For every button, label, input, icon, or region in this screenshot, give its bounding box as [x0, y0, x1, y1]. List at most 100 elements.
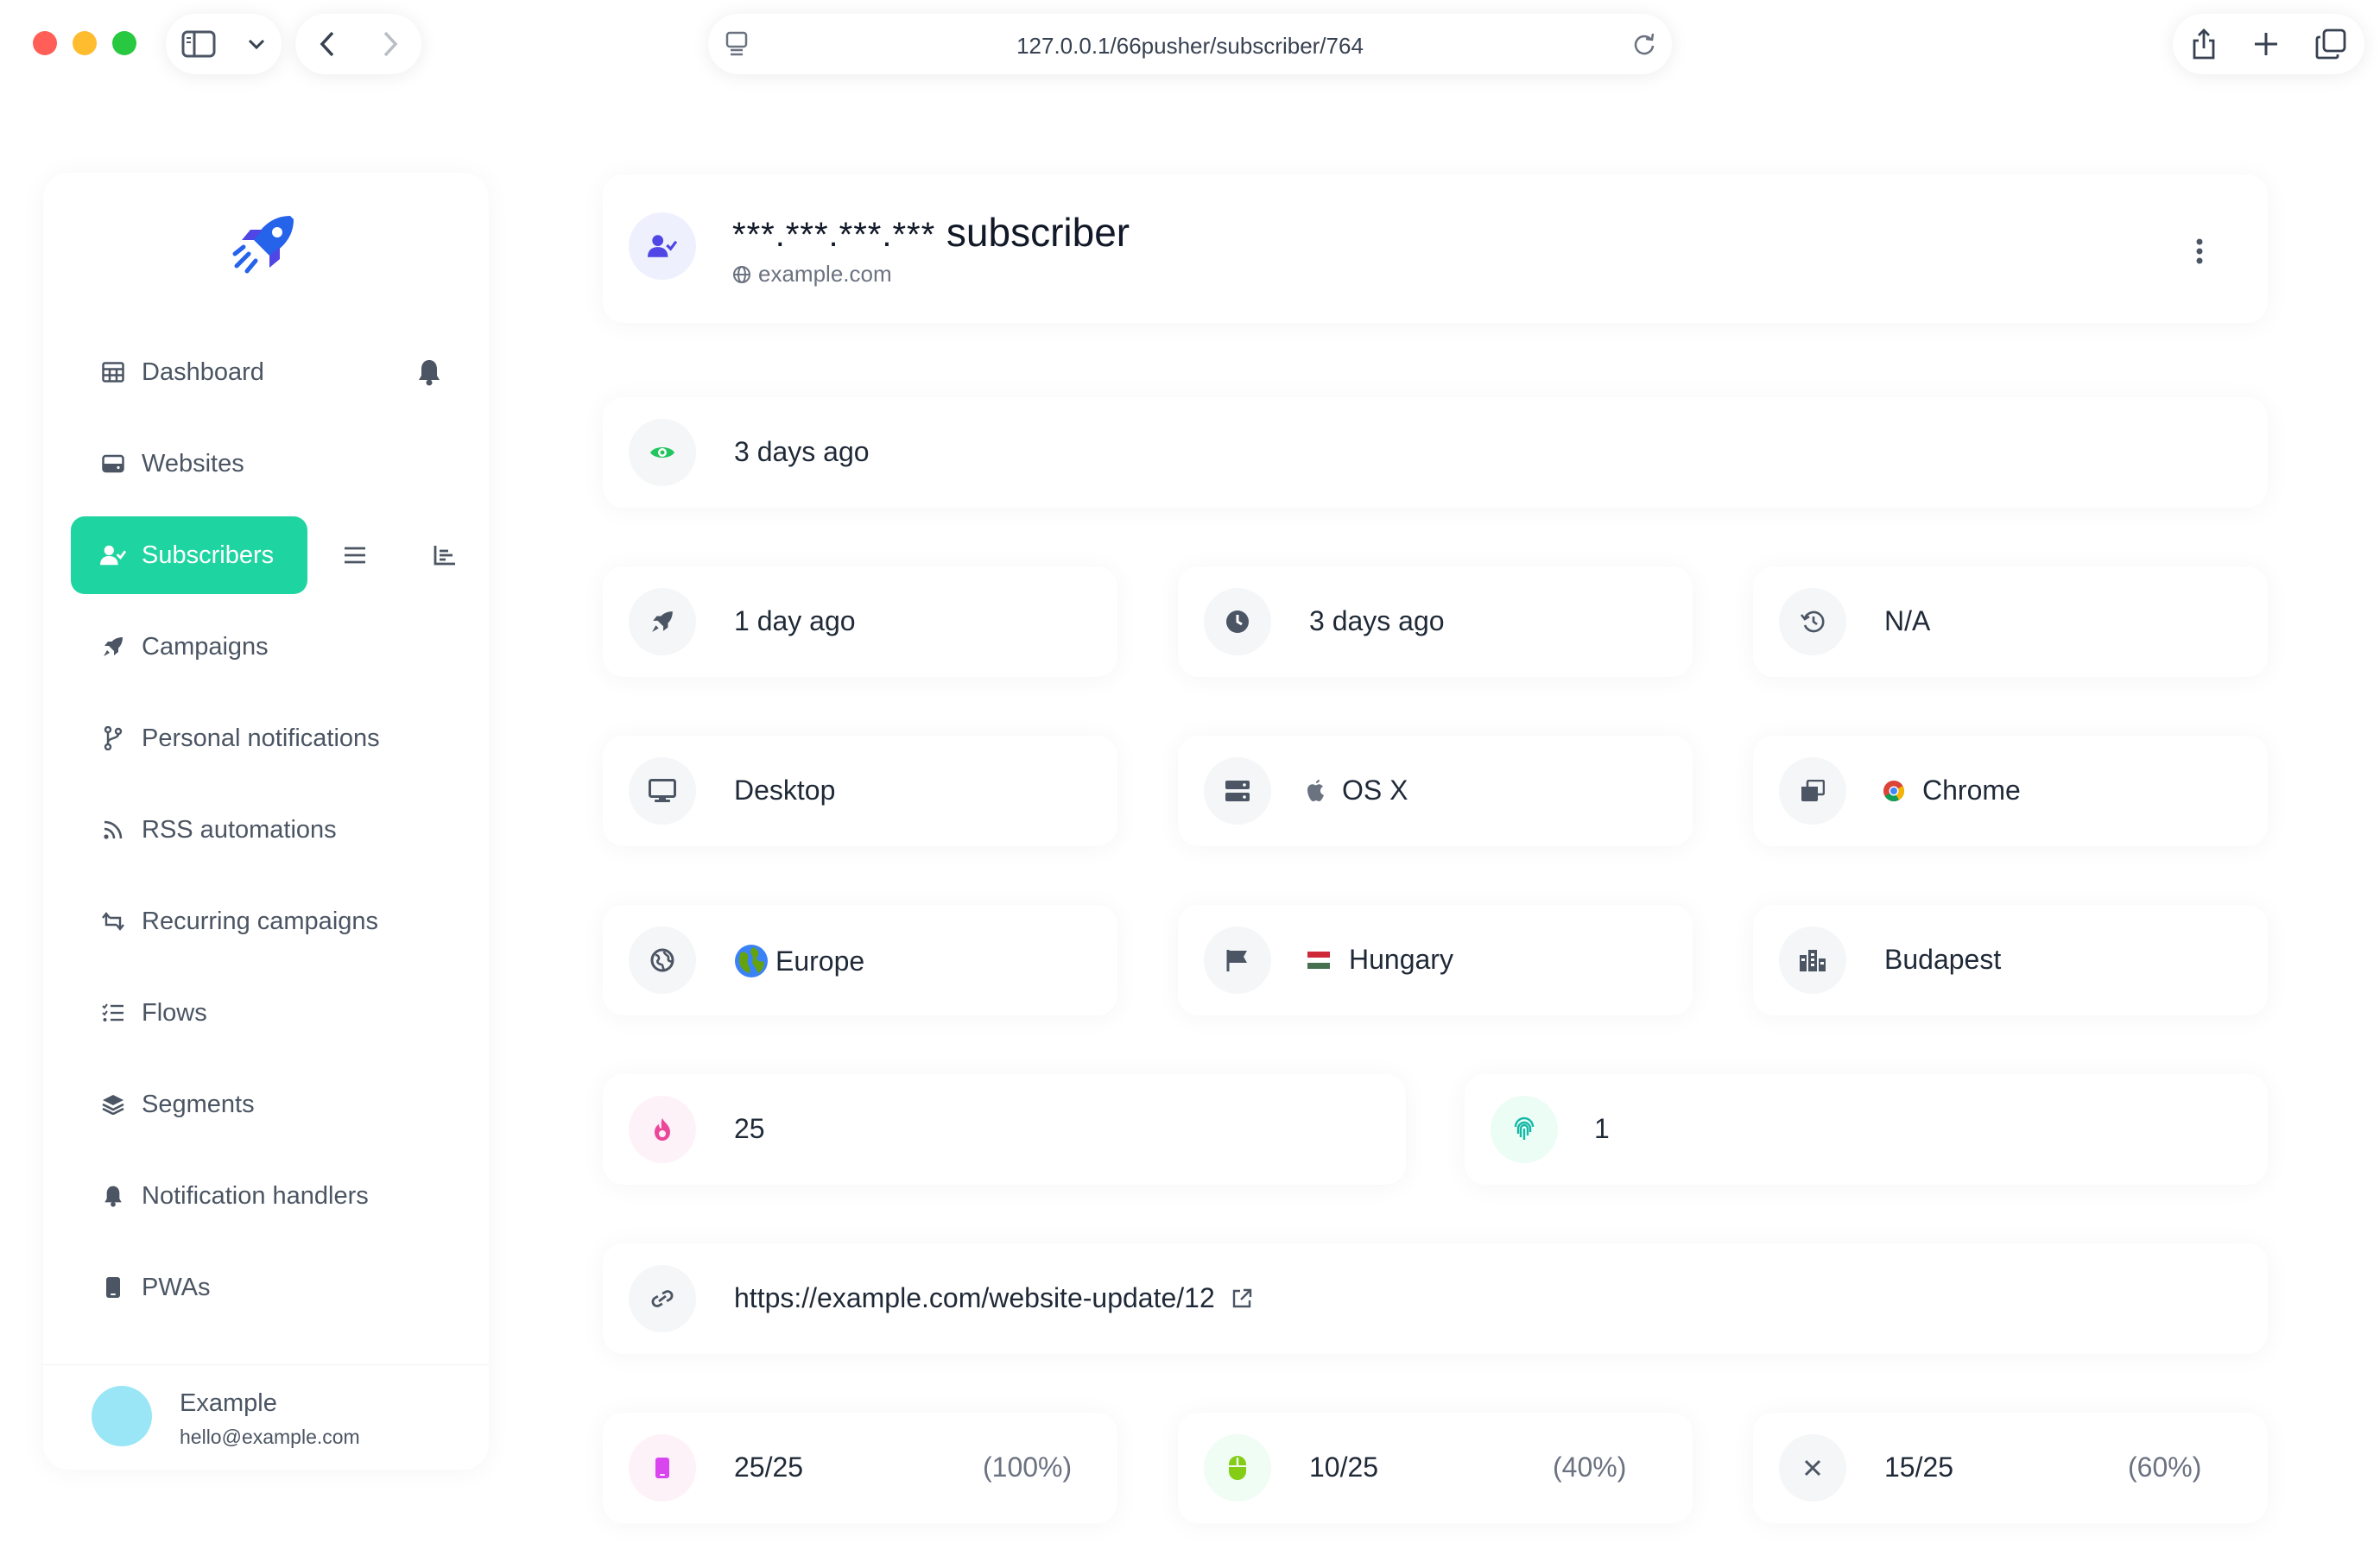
city-card: Budapest [1753, 905, 2268, 1015]
history-icon [1779, 588, 1846, 655]
browser-card: Chrome [1753, 736, 2268, 846]
back-arrow-icon[interactable] [319, 30, 336, 58]
sidebar-item-personal-notifications[interactable]: Personal notifications [71, 699, 468, 777]
avatar [92, 1386, 152, 1446]
chrome-logo-icon [1883, 780, 1905, 802]
sidebar-item-label: Campaigns [142, 632, 269, 661]
device-card: Desktop [603, 736, 1117, 846]
continent-value: Europe [734, 944, 864, 978]
bell-icon [100, 1183, 126, 1209]
sidebar-item-rss-automations[interactable]: RSS automations [71, 791, 468, 869]
forward-arrow-icon[interactable] [382, 30, 399, 58]
minimize-window-button[interactable] [73, 31, 97, 55]
hdd-icon [100, 451, 126, 477]
rocket-icon [100, 634, 126, 660]
window-restore-icon [1779, 757, 1846, 825]
rss-icon [100, 817, 126, 843]
close-icon [1779, 1434, 1846, 1502]
sidebar-item-label: Dashboard [142, 357, 264, 386]
updated-value: N/A [1884, 605, 1931, 636]
table-icon [100, 359, 126, 385]
clicked-value: 10/25 [1309, 1452, 1379, 1483]
window-actions-group [2173, 14, 2364, 74]
mouse-icon [1204, 1434, 1271, 1502]
country-name: Hungary [1349, 944, 1453, 975]
user-check-icon [100, 542, 126, 568]
kebab-menu-icon[interactable] [2195, 238, 2204, 269]
last-sent-card: 1 day ago [603, 566, 1117, 677]
clicked-percent: (40%) [1553, 1452, 1627, 1483]
sidebar-item-pwas[interactable]: PWAs [71, 1249, 307, 1326]
fire-icon [629, 1096, 696, 1163]
sidebar-item-segments[interactable]: Segments [71, 1066, 307, 1143]
globe-europe-icon [629, 927, 696, 994]
closed-percent: (60%) [2128, 1452, 2202, 1483]
close-window-button[interactable] [33, 31, 57, 55]
sidebar-item-flows[interactable]: Flows [71, 974, 307, 1052]
bell-icon[interactable] [415, 357, 444, 387]
last-sent-value: 1 day ago [734, 605, 856, 636]
layer-group-icon [100, 1091, 126, 1117]
address-bar[interactable]: 127.0.0.1/66pusher/subscriber/764 [708, 14, 1672, 74]
user-email: hello@example.com [180, 1426, 360, 1448]
sidebar-toggle-icon[interactable] [181, 30, 216, 58]
sidebar-item-notification-handlers[interactable]: Notification handlers [71, 1157, 468, 1235]
displayed-stat-card: 25/25 (100%) [603, 1413, 1117, 1523]
earth-emoji-icon [734, 944, 769, 978]
country-value: Hungary [1307, 944, 1453, 976]
displayed-percent: (100%) [983, 1452, 1073, 1483]
sidebar-item-label: PWAs [142, 1273, 211, 1301]
reload-icon[interactable] [1632, 31, 1656, 61]
city-icon [1779, 927, 1846, 994]
total-notifications-value: 25 [734, 1113, 765, 1144]
sidebar-item-campaigns[interactable]: Campaigns [71, 608, 307, 686]
subscribed-url-link[interactable]: https://example.com/website-update/12 [734, 1282, 1253, 1314]
server-icon [1204, 757, 1271, 825]
website-name: example.com [758, 261, 892, 287]
new-tab-icon[interactable] [2253, 31, 2279, 57]
external-link-icon[interactable] [1231, 1287, 1253, 1310]
ip-mask: ***.***.***.*** [732, 216, 936, 254]
share-icon[interactable] [2191, 28, 2217, 60]
subscribed-url-text: https://example.com/website-update/12 [734, 1282, 1215, 1313]
city-value: Budapest [1884, 944, 2002, 975]
country-card: Hungary [1178, 905, 1693, 1015]
subscribed-value: 3 days ago [1309, 605, 1445, 636]
mobile-icon [100, 1275, 126, 1300]
eye-icon [629, 419, 696, 486]
sidebar-item-label: Personal notifications [142, 724, 380, 752]
sidebar-item-websites[interactable]: Websites [71, 425, 307, 503]
continent-name: Europe [775, 945, 865, 977]
sidebar-item-dashboard[interactable]: Dashboard [71, 333, 307, 411]
website-link[interactable]: example.com [732, 261, 892, 288]
os-value: OS X [1306, 775, 1408, 806]
os-name: OS X [1342, 775, 1408, 806]
device-value: Desktop [734, 775, 836, 806]
last-seen-card: 3 days ago [603, 397, 2268, 508]
link-icon [629, 1265, 696, 1332]
os-card: OS X [1178, 736, 1693, 846]
sidebar-item-subscribers[interactable]: Subscribers [71, 516, 307, 594]
sidebar-item-recurring-campaigns[interactable]: Recurring campaigns [71, 882, 468, 960]
subscribed-date-card: 3 days ago [1178, 566, 1693, 677]
closed-stat-card: 15/25 (60%) [1753, 1413, 2268, 1523]
list-icon[interactable] [340, 541, 370, 570]
hungary-flag-icon [1307, 951, 1330, 969]
closed-value: 15/25 [1884, 1452, 1954, 1483]
maximize-window-button[interactable] [112, 31, 136, 55]
tabs-overview-icon[interactable] [2315, 28, 2346, 60]
globe-icon [732, 265, 751, 284]
rocket-logo-icon[interactable] [230, 211, 299, 284]
retweet-icon [100, 908, 126, 934]
title-text: subscriber [946, 210, 1130, 255]
flag-icon [1204, 927, 1271, 994]
browser-value: Chrome [1883, 775, 2021, 806]
user-profile[interactable]: Example hello@example.com [43, 1364, 489, 1471]
total-notifications-card: 25 [603, 1074, 1406, 1185]
sidebar-item-label: Websites [142, 449, 244, 478]
desktop-icon [629, 757, 696, 825]
chevron-down-icon[interactable] [247, 38, 266, 50]
chart-bar-icon[interactable] [430, 541, 459, 570]
continent-card: Europe [603, 905, 1117, 1015]
sidebar-item-label: Subscribers [142, 541, 275, 569]
